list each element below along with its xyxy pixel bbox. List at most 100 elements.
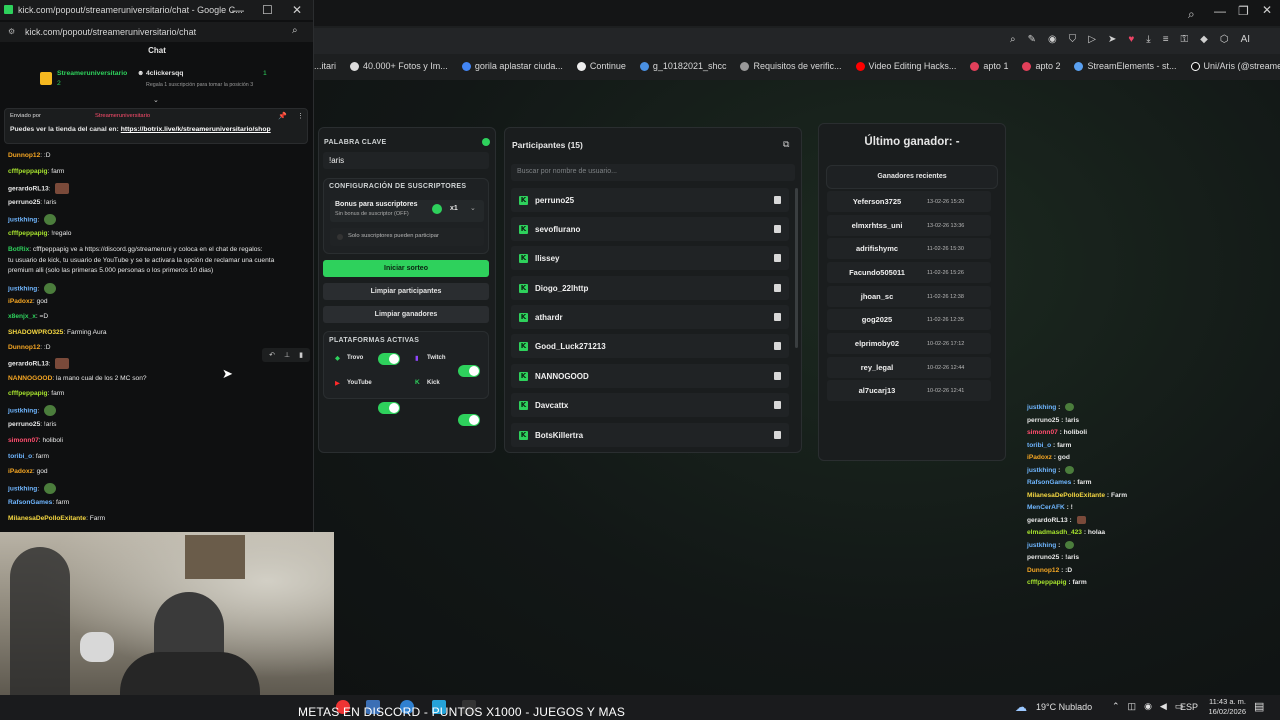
chat-username[interactable]: MilanesaDePolloExitante [8, 515, 86, 522]
clock-date[interactable]: 16/02/2026 [1200, 707, 1246, 716]
trash-icon[interactable] [774, 225, 781, 233]
bookmark-item[interactable]: gorila aplastar ciuda... [461, 61, 563, 71]
download-icon[interactable]: ⤓ [1146, 34, 1150, 45]
chat-username[interactable]: RafsonGames [8, 499, 52, 506]
chat-username[interactable]: gerardoRL13 [8, 360, 49, 367]
copy-icon[interactable]: ⧉ [783, 139, 789, 150]
pin-icon[interactable]: ⊥ [284, 351, 290, 359]
info-icon[interactable] [482, 138, 490, 146]
kick-toggle[interactable] [458, 414, 480, 426]
cube-icon[interactable]: ⬡ [1220, 34, 1229, 45]
twitch-toggle[interactable] [458, 365, 480, 377]
chat-username[interactable]: BotRix [8, 246, 29, 253]
chevron-up-icon[interactable]: ⌃ [1112, 701, 1120, 712]
share-icon[interactable]: ➤ [1108, 34, 1116, 45]
chat-username[interactable]: perruno25 [8, 199, 40, 206]
heart-icon[interactable]: ♥ [1128, 34, 1134, 45]
close-button[interactable]: ✕ [1262, 3, 1272, 17]
camera-icon[interactable]: ◉ [1048, 34, 1057, 45]
pin-icon[interactable]: 📌 [278, 112, 287, 120]
youtube-toggle[interactable] [378, 402, 400, 414]
site-info-icon[interactable]: ⚙ [8, 27, 15, 36]
trash-icon[interactable] [774, 284, 781, 292]
chevron-down-icon[interactable]: ⌄ [153, 96, 159, 104]
chat-username[interactable]: NANNOGOOD [8, 375, 52, 382]
chat-username[interactable]: justkhing [8, 407, 37, 414]
clear-participants-button[interactable]: Limpiar participantes [323, 283, 489, 300]
chat-username[interactable]: toribi_o [8, 453, 32, 460]
delete-icon[interactable]: ▮ [299, 351, 303, 359]
zoom-icon[interactable]: ⌕ [1010, 34, 1016, 45]
chat-username[interactable]: justkhing [8, 216, 37, 223]
volume-icon[interactable]: ◀ [1160, 701, 1167, 712]
edit-icon[interactable]: ✎ [1028, 34, 1036, 45]
bookmark-item[interactable]: apto 1 [970, 61, 1008, 71]
menu-icon[interactable]: ≡ [1163, 34, 1169, 45]
bookmark-item[interactable]: Requisitos de verific... [740, 61, 842, 71]
search-icon[interactable]: ⌕ [1188, 5, 1195, 23]
bookmark-item[interactable]: apto 2 [1022, 61, 1060, 71]
trash-icon[interactable] [774, 254, 781, 262]
pinned-link[interactable]: https://botrix.live/k/streameruniversita… [121, 126, 271, 133]
popup-maximize-button[interactable]: ☐ [262, 3, 273, 17]
subs-only-checkbox[interactable] [337, 234, 343, 240]
network-icon[interactable]: ◫ [1128, 701, 1137, 712]
trash-icon[interactable] [774, 401, 781, 409]
trash-icon[interactable] [774, 196, 781, 204]
bookmark-item[interactable]: StreamElements - st... [1074, 61, 1177, 71]
play-icon[interactable]: ▷ [1088, 34, 1096, 45]
more-options-icon[interactable]: ⋮ [297, 112, 304, 120]
chat-username[interactable]: Dunnop12 [8, 344, 40, 351]
chat-username[interactable]: iPadoxz [8, 468, 33, 475]
multiplier-select[interactable]: x1 [450, 205, 458, 212]
chat-username[interactable]: SHADOWPRO325 [8, 329, 63, 336]
trash-icon[interactable] [774, 342, 781, 350]
trash-icon[interactable] [774, 431, 781, 439]
clear-winners-button[interactable]: Limpiar ganadores [323, 306, 489, 323]
shield-icon[interactable]: ⛉ [1069, 34, 1077, 45]
chat-username[interactable]: justkhing [8, 285, 37, 292]
chat-username[interactable]: x8enjx_x [8, 313, 36, 320]
extension-icon[interactable]: ◆ [1200, 34, 1208, 45]
clock-time[interactable]: 11:43 a. m. [1200, 697, 1246, 706]
bookmark-item[interactable]: ...itari [314, 61, 336, 71]
platform-twitch-label: Twitch [427, 355, 446, 361]
chat-username[interactable]: cfffpeppapig [8, 390, 48, 397]
search-icon[interactable]: ⌕ [292, 25, 298, 36]
bookmark-item[interactable]: Uni/Aris (@streame... [1190, 61, 1280, 71]
start-giveaway-button[interactable]: Iniciar sorteo [323, 260, 489, 277]
subs-config-label: CONFIGURACIÓN DE SUSCRIPTORES [329, 183, 467, 190]
minimize-button[interactable]: — [1214, 4, 1226, 18]
popup-url-bar[interactable]: ⚙ kick.com/popout/streameruniversitario/… [0, 22, 313, 42]
trovo-toggle[interactable] [378, 353, 400, 365]
keyword-input[interactable]: !aris [323, 152, 489, 169]
chat-username[interactable]: justkhing [8, 485, 37, 492]
notification-icon[interactable]: ▤ [1254, 700, 1264, 713]
language-indicator[interactable]: ESP [1180, 702, 1198, 712]
bookmark-item[interactable]: Video Editing Hacks... [855, 61, 956, 71]
participants-scrollbar[interactable] [795, 188, 798, 348]
chat-username[interactable]: iPadoxz [8, 298, 33, 305]
lock-icon[interactable]: ⚿ [1181, 34, 1189, 45]
reply-icon[interactable]: ↶ [269, 351, 275, 359]
overlay-chat-text: holiboli [1063, 429, 1088, 436]
popup-close-button[interactable]: ✕ [292, 3, 302, 17]
chat-username[interactable]: gerardoRL13 [8, 185, 49, 192]
restore-button[interactable]: ❐ [1238, 4, 1249, 18]
chat-username[interactable]: cfffpeppapig [8, 168, 48, 175]
chat-username[interactable]: Dunnop12 [8, 152, 40, 159]
weather-text[interactable]: 19°C Nublado [1036, 702, 1092, 712]
bookmark-item[interactable]: 40.000+ Fotos y Im... [350, 61, 448, 71]
popup-minimize-button[interactable]: — [232, 3, 244, 17]
bookmark-item[interactable]: Continue [576, 61, 626, 71]
ai-icon[interactable]: AI [1241, 34, 1250, 45]
mic-icon[interactable]: ◉ [1144, 701, 1152, 712]
chat-username[interactable]: perruno25 [8, 421, 40, 428]
bookmark-item[interactable]: g_10182021_shcc [639, 61, 726, 71]
trash-icon[interactable] [774, 372, 781, 380]
trash-icon[interactable] [774, 313, 781, 321]
chat-username[interactable]: cfffpeppapig [8, 230, 48, 237]
participant-search-input[interactable]: Buscar por nombre de usuario... [511, 164, 795, 181]
chat-username[interactable]: simonn07 [8, 437, 39, 444]
chevron-down-icon[interactable]: ⌄ [470, 204, 476, 212]
